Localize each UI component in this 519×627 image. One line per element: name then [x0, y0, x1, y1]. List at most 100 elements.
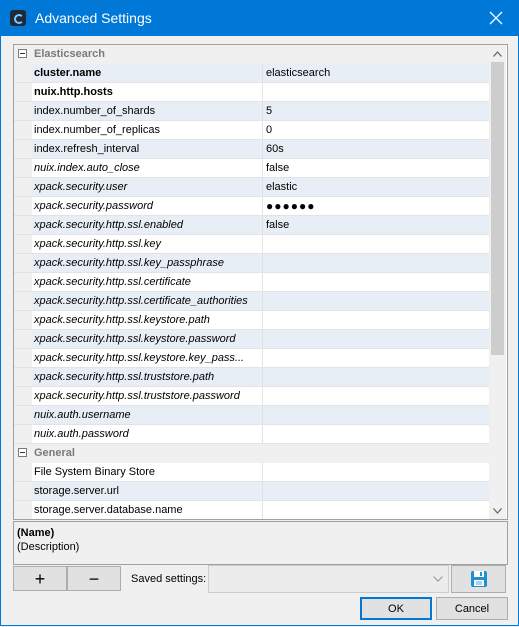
row-gutter: [14, 273, 32, 291]
property-value[interactable]: [262, 425, 489, 443]
property-row[interactable]: xpack.security.http.ssl.keystore.key_pas…: [14, 349, 489, 368]
property-value[interactable]: [262, 254, 489, 272]
property-row[interactable]: File System Binary Store: [14, 463, 489, 482]
app-icon: [10, 10, 26, 26]
property-row[interactable]: storage.server.database.name: [14, 501, 489, 519]
property-name: xpack.security.http.ssl.certificate_auth…: [32, 292, 262, 310]
cancel-button[interactable]: Cancel: [436, 597, 508, 620]
collapse-icon[interactable]: [18, 448, 27, 457]
property-row[interactable]: cluster.name elasticsearch: [14, 64, 489, 83]
property-value[interactable]: elastic: [262, 178, 489, 196]
property-value[interactable]: [262, 235, 489, 253]
property-row[interactable]: index.number_of_shards 5: [14, 102, 489, 121]
property-value[interactable]: [262, 463, 489, 481]
row-gutter: [14, 254, 32, 272]
property-name: index.number_of_shards: [32, 102, 262, 120]
property-value[interactable]: [262, 273, 489, 291]
property-row[interactable]: nuix.http.hosts: [14, 83, 489, 102]
minus-icon: −: [88, 568, 100, 589]
property-name: xpack.security.http.ssl.truststore.passw…: [34, 390, 240, 402]
category-label: Elasticsearch: [34, 48, 105, 60]
property-row[interactable]: xpack.security.http.ssl.key_passphrase: [14, 254, 489, 273]
row-gutter: [14, 83, 32, 101]
category-general[interactable]: General: [14, 444, 489, 463]
chevron-down-icon: [432, 573, 444, 585]
add-setting-button[interactable]: +: [13, 566, 67, 591]
row-gutter: [14, 292, 32, 310]
property-name: nuix.auth.username: [32, 406, 262, 424]
property-row[interactable]: nuix.auth.password: [14, 425, 489, 444]
property-grid[interactable]: Elasticsearch cluster.name elasticsearch nu…: [13, 44, 508, 520]
property-name: File System Binary Store: [34, 466, 156, 478]
row-gutter: [14, 197, 32, 215]
property-value[interactable]: [262, 406, 489, 424]
scrollbar-thumb[interactable]: [491, 62, 504, 355]
property-value[interactable]: [262, 482, 489, 500]
plus-icon: +: [34, 568, 46, 589]
property-row[interactable]: nuix.index.auto_close false: [14, 159, 489, 178]
property-value[interactable]: false: [262, 159, 489, 177]
row-gutter: [14, 64, 32, 82]
property-row[interactable]: index.number_of_replicas 0: [14, 121, 489, 140]
saved-settings-label: Saved settings:: [131, 573, 207, 585]
property-row[interactable]: xpack.security.password ●●●●●●: [14, 197, 489, 216]
property-value[interactable]: [262, 368, 489, 386]
property-name: nuix.auth.password: [34, 428, 129, 440]
scroll-up-icon[interactable]: [489, 45, 506, 62]
property-name: nuix.http.hosts: [34, 86, 113, 98]
row-gutter: [14, 425, 32, 443]
property-value[interactable]: 5: [262, 102, 489, 120]
close-button[interactable]: [473, 0, 519, 36]
property-name: index.refresh_interval: [32, 140, 262, 158]
property-value[interactable]: [262, 501, 489, 519]
property-value[interactable]: false: [262, 216, 489, 234]
property-value[interactable]: [262, 292, 489, 310]
property-value[interactable]: [262, 330, 489, 348]
property-name: storage.server.database.name: [34, 504, 183, 516]
row-gutter: [14, 463, 32, 481]
category-elasticsearch[interactable]: Elasticsearch: [14, 45, 489, 64]
row-gutter: [14, 387, 32, 405]
property-row[interactable]: xpack.security.http.ssl.truststore.path: [14, 368, 489, 387]
row-gutter: [14, 368, 32, 386]
property-value[interactable]: elasticsearch: [262, 64, 489, 82]
collapse-icon[interactable]: [18, 49, 27, 58]
property-row[interactable]: xpack.security.http.ssl.enabled false: [14, 216, 489, 235]
property-row[interactable]: xpack.security.http.ssl.key: [14, 235, 489, 254]
property-row[interactable]: xpack.security.http.ssl.keystore.path: [14, 311, 489, 330]
row-gutter: [14, 406, 32, 424]
property-name: xpack.security.password: [34, 200, 154, 212]
property-name: xpack.security.http.ssl.keystore.key_pas…: [34, 352, 245, 364]
row-gutter: [14, 216, 32, 234]
property-name: xpack.security.http.ssl.keystore.path: [34, 314, 210, 326]
row-gutter: [14, 121, 32, 139]
property-name: xpack.security.http.ssl.keystore.passwor…: [32, 330, 262, 348]
save-settings-button[interactable]: [451, 565, 506, 593]
category-label: General: [34, 447, 75, 459]
property-row[interactable]: xpack.security.http.ssl.certificate_auth…: [14, 292, 489, 311]
property-value[interactable]: [262, 349, 489, 367]
vertical-scrollbar[interactable]: [489, 45, 506, 519]
scroll-down-icon[interactable]: [489, 502, 506, 519]
row-gutter: [14, 330, 32, 348]
saved-settings-dropdown[interactable]: [208, 565, 449, 593]
property-value[interactable]: [262, 311, 489, 329]
property-row[interactable]: storage.server.url: [14, 482, 489, 501]
save-icon: [470, 571, 487, 587]
password-field[interactable]: ●●●●●●: [262, 197, 489, 215]
property-name: xpack.security.http.ssl.truststore.path: [32, 368, 262, 386]
property-row[interactable]: xpack.security.http.ssl.truststore.passw…: [14, 387, 489, 406]
property-row[interactable]: index.refresh_interval 60s: [14, 140, 489, 159]
property-value[interactable]: [262, 387, 489, 405]
property-name: storage.server.url: [32, 482, 262, 500]
remove-setting-button[interactable]: −: [67, 566, 121, 591]
property-row[interactable]: xpack.security.http.ssl.keystore.passwor…: [14, 330, 489, 349]
property-row[interactable]: xpack.security.user elastic: [14, 178, 489, 197]
property-row[interactable]: xpack.security.http.ssl.certificate: [14, 273, 489, 292]
property-value[interactable]: [262, 83, 489, 101]
property-value[interactable]: 0: [262, 121, 489, 139]
ok-button[interactable]: OK: [360, 597, 432, 620]
property-value[interactable]: 60s: [262, 140, 489, 158]
row-gutter: [14, 311, 32, 329]
property-row[interactable]: nuix.auth.username: [14, 406, 489, 425]
